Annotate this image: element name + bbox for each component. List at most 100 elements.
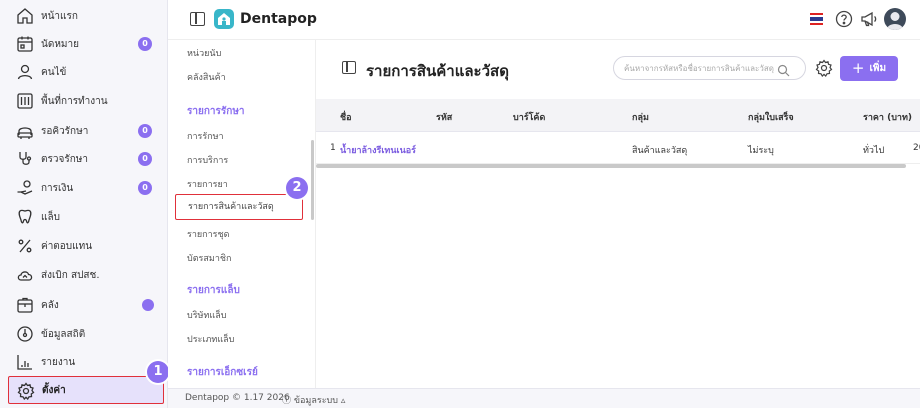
version-text: Dentapop © 1.17 2026 <box>185 393 290 403</box>
sidebar-item-label: หน้าแรก <box>41 10 78 22</box>
sidebar-item-label: ข้อมูลสถิติ <box>41 328 86 340</box>
finance-icon <box>16 179 34 197</box>
sidebar-item-label: รายงาน <box>41 356 76 368</box>
sidebar-item-compensation[interactable]: ค่าตอบแทน <box>0 232 168 260</box>
sidebar-item-label: รอคิวรักษา <box>41 125 89 137</box>
row-price-type: ทั่วไป <box>863 146 885 156</box>
queue-icon <box>16 122 34 140</box>
submenu-heading-xray: รายการเอ็กซเรย์ <box>187 367 258 378</box>
dentapop-logo <box>214 9 234 29</box>
page-title: รายการสินค้าและวัสดุ <box>366 62 509 80</box>
sidebar-item-inventory[interactable]: คลัง <box>0 291 168 319</box>
sidebar-item-label: แล็บ <box>41 211 60 223</box>
system-info-link[interactable]: ⓘ ข้อมูลระบบ ▵ <box>282 393 345 407</box>
count-badge: 0 <box>138 181 152 195</box>
tooth-icon <box>16 208 34 226</box>
report-icon <box>16 353 34 371</box>
submenu-item-services[interactable]: การบริการ <box>187 153 228 167</box>
column-header-code[interactable]: รหัส <box>436 110 452 124</box>
sidebar-item-queue[interactable]: รอคิวรักษา 0 <box>0 117 168 145</box>
statistics-icon <box>16 325 34 343</box>
sidebar-item-reports[interactable]: รายงาน <box>0 348 168 376</box>
help-icon[interactable] <box>835 10 853 28</box>
count-badge: 0 <box>138 37 152 51</box>
calendar-icon <box>16 35 34 53</box>
search-input[interactable] <box>624 61 776 76</box>
submenu-item-lab-types[interactable]: ประเภทแล็บ <box>187 332 234 346</box>
count-badge: 0 <box>138 124 152 138</box>
sidebar-item-settings[interactable]: ตั้งค่า <box>8 376 164 404</box>
sidebar-item-lab[interactable]: แล็บ <box>0 203 168 231</box>
submenu-item-warehouse[interactable]: คลังสินค้า <box>187 70 226 84</box>
megaphone-icon[interactable] <box>860 10 878 28</box>
submenu-item-treatments[interactable]: การรักษา <box>187 129 224 143</box>
top-header: Dentapop <box>168 0 920 40</box>
row-name-link[interactable]: น้ำยาล้างรีเทนเนอร์ <box>340 143 416 157</box>
settings-submenu: หน่วยนับ คลังสินค้า รายการรักษา การรักษา… <box>168 40 316 388</box>
sidebar-item-label: ค่าตอบแทน <box>41 240 93 252</box>
submenu-heading-treatment: รายการรักษา <box>187 106 245 117</box>
home-icon <box>16 7 34 25</box>
sidebar-item-finance[interactable]: การเงิน 0 <box>0 174 168 202</box>
thai-flag-icon[interactable] <box>810 13 823 25</box>
submenu-item-products-supplies[interactable]: รายการสินค้าและวัสดุ <box>175 194 303 220</box>
search-box <box>613 56 806 80</box>
brand-name: Dentapop <box>240 11 317 27</box>
sidebar-item-nhso-claim[interactable]: ส่งเบิก สปสช. <box>0 261 168 289</box>
gear-icon <box>17 382 35 400</box>
sidebar-item-patients[interactable]: คนไข้ <box>0 58 168 86</box>
sidebar-toggle-icon[interactable] <box>190 12 205 26</box>
sidebar-item-statistics[interactable]: ข้อมูลสถิติ <box>0 320 168 348</box>
sidebar-item-label: ตรวจรักษา <box>41 153 88 165</box>
sidebar-item-appointments[interactable]: นัดหมาย 0 <box>0 30 168 58</box>
table-row[interactable]: 1 น้ำยาล้างรีเทนเนอร์ สินค้าและวัสดุ ไม่… <box>316 132 920 164</box>
step-marker-2: 2 <box>286 177 308 199</box>
submenu-item-packages[interactable]: รายการชุด <box>187 227 229 241</box>
sidebar-item-label: คลัง <box>41 299 59 311</box>
row-receipt-group: ไม่ระบุ <box>748 146 774 156</box>
box-icon <box>16 296 34 314</box>
submenu-heading-lab: รายการแล็บ <box>187 285 240 296</box>
add-button[interactable]: + เพิ่ม <box>840 56 898 81</box>
page-panel-icon <box>342 61 356 74</box>
count-badge: 0 <box>138 152 152 166</box>
sidebar-item-home[interactable]: หน้าแรก <box>0 2 168 30</box>
sidebar-item-label: ส่งเบิก สปสช. <box>41 269 100 281</box>
notification-dot <box>142 299 154 311</box>
column-header-receipt-group[interactable]: กลุ่มใบเสร็จ <box>748 110 794 124</box>
footer: Dentapop © 1.17 2026 ⓘ ข้อมูลระบบ ▵ <box>168 388 920 408</box>
column-header-barcode[interactable]: บาร์โค้ด <box>513 110 545 124</box>
table-horizontal-scrollbar[interactable] <box>316 164 906 168</box>
column-header-group[interactable]: กลุ่ม <box>632 110 649 124</box>
sidebar-item-label: คนไข้ <box>41 66 67 78</box>
sidebar-item-workspace[interactable]: พื้นที่การทำงาน <box>0 87 168 115</box>
sidebar-item-label: พื้นที่การทำงาน <box>41 95 108 107</box>
table-settings-gear-icon[interactable] <box>815 59 833 77</box>
submenu-item-medicines[interactable]: รายการยา <box>187 177 228 191</box>
percent-icon <box>16 237 34 255</box>
person-icon <box>16 63 34 81</box>
plus-icon: + <box>851 59 865 77</box>
submenu-item-units[interactable]: หน่วยนับ <box>187 46 221 60</box>
step-marker-1: 1 <box>147 361 169 383</box>
column-header-name[interactable]: ชื่อ <box>340 110 352 124</box>
treatment-icon <box>16 150 34 168</box>
cloud-upload-icon <box>16 266 34 284</box>
column-header-price[interactable]: ราคา (บาท) <box>863 110 912 124</box>
row-price-cutoff: 20 <box>913 143 920 153</box>
submenu-scrollbar[interactable] <box>311 140 314 220</box>
main-content: รายการสินค้าและวัสดุ + เพิ่ม ชื่อ รหัส บ… <box>316 40 920 388</box>
table-header: ชื่อ รหัส บาร์โค้ด กลุ่ม กลุ่มใบเสร็จ รา… <box>316 99 920 132</box>
sidebar-item-treatment[interactable]: ตรวจรักษา 0 <box>0 145 168 173</box>
submenu-item-lab-companies[interactable]: บริษัทแล็บ <box>187 308 226 322</box>
search-icon[interactable] <box>777 62 790 77</box>
main-sidebar: หน้าแรก นัดหมาย 0 คนไข้ พื้นที่การทำงาน … <box>0 0 168 408</box>
submenu-item-membership-cards[interactable]: บัตรสมาชิก <box>187 251 231 265</box>
avatar[interactable] <box>884 8 906 30</box>
row-group: สินค้าและวัสดุ <box>632 146 688 156</box>
workspace-icon <box>16 92 34 110</box>
row-index: 1 <box>330 143 336 153</box>
add-button-label: เพิ่ม <box>869 63 887 74</box>
sidebar-item-label: ตั้งค่า <box>42 384 66 396</box>
sidebar-item-label: การเงิน <box>41 182 74 194</box>
